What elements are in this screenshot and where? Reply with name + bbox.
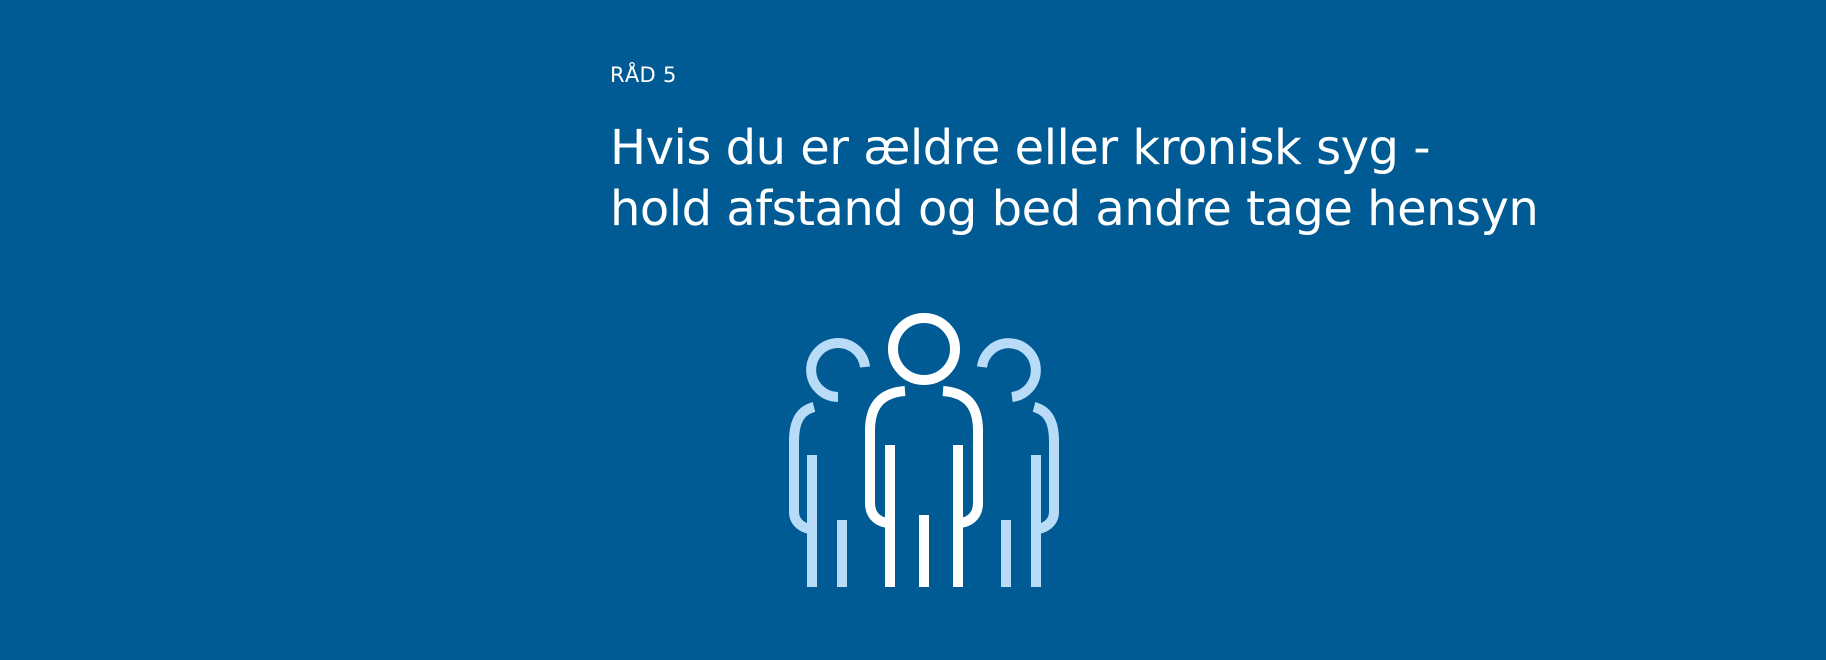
left-person-icon (789, 338, 870, 587)
advice-title-line-2: hold afstand og bed andre tage hensyn (610, 181, 1539, 237)
advice-number-label: RÅD 5 (610, 63, 677, 87)
advice-title: Hvis du er ældre eller kronisk syg - hol… (610, 118, 1539, 240)
right-person-icon (977, 338, 1059, 587)
advice-panel: RÅD 5 Hvis du er ældre eller kronisk syg… (0, 0, 1826, 660)
group-of-people-icon (789, 313, 1059, 587)
center-person-icon (865, 313, 983, 587)
advice-title-line-1: Hvis du er ældre eller kronisk syg - (610, 120, 1431, 176)
